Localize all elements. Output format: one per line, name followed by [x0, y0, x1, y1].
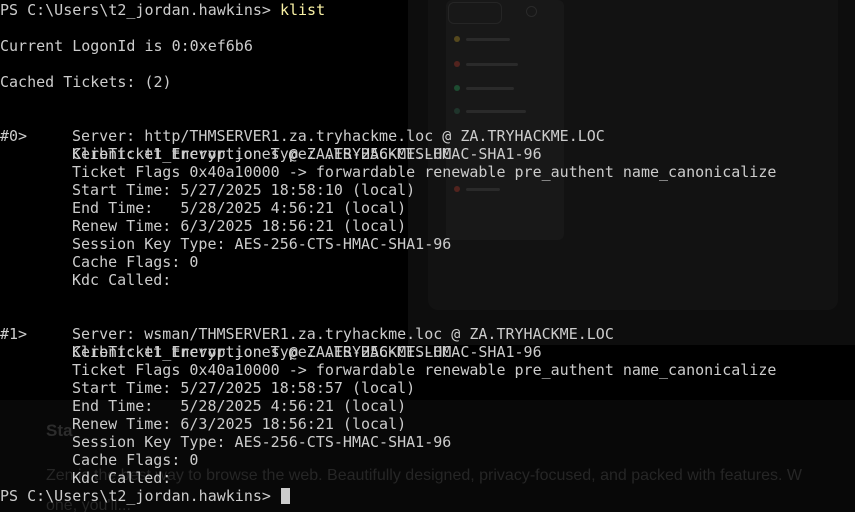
ticket-id: #0> — [0, 127, 28, 145]
ticket-block-0-header: #0> Client: t1_trevor.jones @ ZA.TRYHACK… — [0, 109, 855, 163]
text-cursor — [280, 488, 290, 504]
ticket-session-key-type: Session Key Type: AES-256-CTS-HMAC-SHA1-… — [72, 433, 452, 451]
screen: Sta Zen is the best way to browse the we… — [0, 0, 855, 512]
ticket-block-1-header: #1> Client: t1_trevor.jones @ ZA.TRYHACK… — [0, 307, 855, 361]
cached-tickets-line: Cached Tickets: (2) — [0, 73, 172, 91]
logon-id-line: Current LogonId is 0:0xef6b6 — [0, 37, 253, 55]
ticket-renew-time: Renew Time: 6/3/2025 18:56:21 (local) — [72, 217, 407, 235]
ticket-encryption-type: KerbTicket Encryption Type: AES-256-CTS-… — [72, 145, 542, 163]
final-prompt-text: PS C:\Users\t2_jordan.hawkins> — [0, 487, 280, 505]
ticket-cache-flags: Cache Flags: 0 — [72, 253, 199, 271]
ticket-end-time: End Time: 5/28/2025 4:56:21 (local) — [72, 397, 407, 415]
ticket-start-time: Start Time: 5/27/2025 18:58:10 (local) — [72, 181, 416, 199]
ticket-session-key-type: Session Key Type: AES-256-CTS-HMAC-SHA1-… — [72, 235, 452, 253]
ticket-kdc-called: Kdc Called: — [72, 271, 172, 289]
command-text: klist — [279, 1, 326, 19]
prompt-line: PS C:\Users\t2_jordan.hawkins> klist — [0, 1, 325, 19]
ticket-id: #1> — [0, 325, 28, 343]
final-prompt-line[interactable]: PS C:\Users\t2_jordan.hawkins> — [0, 487, 290, 505]
prompt-text: PS C:\Users\t2_jordan.hawkins> — [0, 1, 280, 19]
terminal-output[interactable]: PS C:\Users\t2_jordan.hawkins> klist Cur… — [0, 0, 855, 512]
ticket-server: Server: http/THMSERVER1.za.tryhackme.loc… — [72, 127, 605, 145]
ticket-end-time: End Time: 5/28/2025 4:56:21 (local) — [72, 199, 407, 217]
ticket-start-time: Start Time: 5/27/2025 18:58:57 (local) — [72, 379, 416, 397]
ticket-renew-time: Renew Time: 6/3/2025 18:56:21 (local) — [72, 415, 407, 433]
ticket-flags: Ticket Flags 0x40a10000 -> forwardable r… — [72, 163, 777, 181]
ticket-cache-flags: Cache Flags: 0 — [72, 451, 199, 469]
ticket-server: Server: wsman/THMSERVER1.za.tryhackme.lo… — [72, 325, 614, 343]
ticket-encryption-type: KerbTicket Encryption Type: AES-256-CTS-… — [72, 343, 542, 361]
ticket-flags: Ticket Flags 0x40a10000 -> forwardable r… — [72, 361, 777, 379]
ticket-kdc-called: Kdc Called: — [72, 469, 172, 487]
